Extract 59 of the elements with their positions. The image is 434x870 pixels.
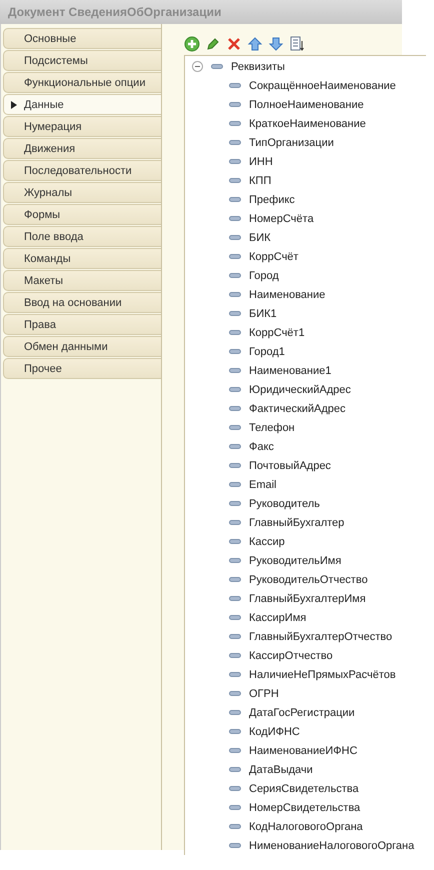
tree-item[interactable]: ГлавныйБухгалтерИмя bbox=[249, 592, 366, 604]
tree-item[interactable]: ДатаГосРегистрации bbox=[249, 706, 355, 718]
tree-item[interactable]: ПолноеНаименование bbox=[249, 98, 364, 110]
tree-item[interactable]: КПП bbox=[249, 174, 272, 186]
tree-item[interactable]: ГлавныйБухгалтер bbox=[249, 516, 344, 528]
tree-item[interactable]: Наименование bbox=[249, 288, 326, 300]
tab[interactable]: Журналы bbox=[3, 182, 161, 203]
tree-item[interactable]: Телефон bbox=[249, 422, 295, 434]
tree-item[interactable]: Город bbox=[249, 270, 279, 282]
tree-item[interactable]: КраткоеНаименование bbox=[249, 118, 366, 130]
tree-item[interactable]: НаличиеНеПрямыхРасчётов bbox=[249, 668, 396, 680]
tree-item[interactable]: КодИФНС bbox=[249, 726, 300, 738]
tab[interactable]: Команды bbox=[3, 248, 161, 269]
tree-item[interactable]: КоррСчёт1 bbox=[249, 326, 305, 338]
tree-item[interactable]: КассирОтчество bbox=[249, 650, 333, 662]
tree-item[interactable]: Наименование1 bbox=[249, 364, 332, 376]
tree-item[interactable]: НаименованиеИФНС bbox=[249, 744, 358, 756]
tree-item[interactable]: Город1 bbox=[249, 346, 285, 358]
tree-item[interactable]: ДатаВыдачи bbox=[249, 764, 313, 776]
tree-item[interactable]: СерияСвидетельства bbox=[249, 782, 359, 794]
tab[interactable]: Подсистемы bbox=[3, 50, 161, 71]
tree-item[interactable]: СокращённоеНаименование bbox=[249, 80, 396, 92]
tab[interactable]: Ввод на основании bbox=[3, 292, 161, 313]
tab[interactable]: Прочее bbox=[3, 358, 161, 379]
tree-item[interactable]: ГлавныйБухгалтерОтчество bbox=[249, 630, 392, 642]
tree-item[interactable]: Реквизиты bbox=[231, 60, 285, 72]
tree-item[interactable]: КассирИмя bbox=[249, 612, 306, 624]
tree-item[interactable]: ОГРН bbox=[249, 688, 279, 700]
window-title: Документ СведенияОбОрганизации bbox=[8, 5, 222, 19]
tab[interactable]: Функциональные опции bbox=[3, 72, 161, 93]
tab[interactable]: Основные bbox=[3, 28, 161, 49]
tab[interactable]: Макеты bbox=[3, 270, 161, 291]
tree-item[interactable]: БИК1 bbox=[249, 308, 277, 320]
tab[interactable]: Движения bbox=[3, 138, 161, 159]
tab[interactable]: Нумерация bbox=[3, 116, 161, 137]
tree-item[interactable]: НомерСчёта bbox=[249, 212, 314, 224]
tree-item[interactable]: ТипОрганизации bbox=[249, 136, 334, 148]
tree-item[interactable]: РуководительОтчество bbox=[249, 574, 368, 586]
tree-item[interactable]: НименованиеНалоговогоОргана bbox=[249, 840, 414, 852]
tree-item[interactable]: Факс bbox=[249, 440, 274, 452]
tab[interactable]: Поле ввода bbox=[3, 226, 161, 247]
tree-item[interactable]: РуководительИмя bbox=[249, 554, 342, 566]
tree-item[interactable]: ЮридическийАдрес bbox=[249, 384, 351, 396]
tree-item[interactable]: Email bbox=[249, 478, 277, 490]
tab[interactable]: Последовательности bbox=[3, 160, 161, 181]
tab[interactable]: Данные bbox=[3, 94, 161, 115]
tree-item[interactable]: Префикс bbox=[249, 194, 295, 206]
tree-item[interactable]: НомерСвидетельства bbox=[249, 802, 360, 814]
tab[interactable]: Права bbox=[3, 314, 161, 335]
tree-item[interactable]: КоррСчёт bbox=[249, 250, 298, 262]
tree-item[interactable]: Кассир bbox=[249, 536, 285, 548]
tree-item[interactable]: ПочтовыйАдрес bbox=[249, 460, 331, 472]
tree-item[interactable]: БИК bbox=[249, 232, 271, 244]
tree-item[interactable]: Руководитель bbox=[249, 498, 320, 510]
tab[interactable]: Обмен данными bbox=[3, 336, 161, 357]
tree-item[interactable]: ИНН bbox=[249, 156, 273, 168]
tab[interactable]: Формы bbox=[3, 204, 161, 225]
tree-item[interactable]: КодНалоговогоОргана bbox=[249, 820, 363, 832]
tree-item[interactable]: ФактическийАдрес bbox=[249, 402, 346, 414]
